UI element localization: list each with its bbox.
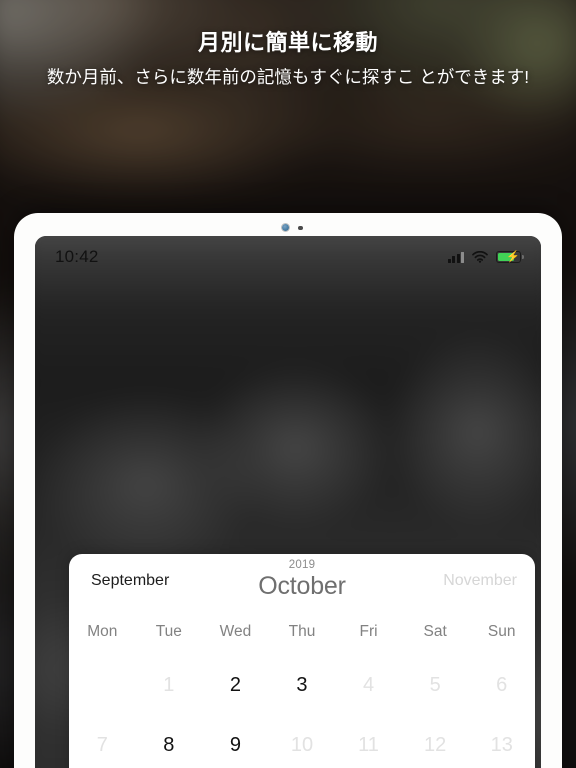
calendar-year-label: 2019 [288,559,316,571]
weekday-label-sun: Sun [487,623,516,640]
calendar-day-cell[interactable]: 4 [335,675,402,695]
weekday-header-row: Mon Tue Wed Thu Fri Sat Sun [69,609,535,655]
cellular-bars-icon [448,251,464,263]
calendar-week-row: 7 8 9 10 11 12 13 [69,715,535,768]
weekday-label-mon: Mon [87,623,118,640]
page-subtitle: 数か月前、さらに数年前の記憶もすぐに探すこ とができます! [46,67,530,88]
calendar-day-cell[interactable]: 2 [202,675,269,695]
calendar-day-cell[interactable]: 13 [468,735,535,755]
calendar-day-cell[interactable]: 6 [468,675,535,695]
weekday-label-wed: Wed [219,623,252,640]
page-title: 月別に簡単に移動 [197,30,378,55]
ambient-sensor-icon [298,225,303,230]
weekday-label-fri: Fri [359,623,378,640]
battery-charging-icon: ⚡ [496,251,524,263]
calendar-day-cell[interactable]: 7 [69,735,136,755]
calendar-day-cell[interactable]: 12 [402,735,469,755]
weekday-label-thu: Thu [288,623,316,640]
device-screen: 10:42 ⚡ September 2019 October November … [35,236,541,768]
calendar-day-cell[interactable]: 1 [136,675,203,695]
calendar-day-cell[interactable]: 5 [402,675,469,695]
weekday-label-tue: Tue [155,623,182,640]
calendar-day-cell[interactable]: 8 [136,735,203,755]
promo-heading-block: 月別に簡単に移動 数か月前、さらに数年前の記憶もすぐに探すこ とができます! [0,0,576,190]
calendar-day-cell[interactable]: 10 [269,735,336,755]
calendar-header: September 2019 October November [69,554,535,609]
calendar-day-cell[interactable]: 11 [335,735,402,755]
tablet-device-frame: 10:42 ⚡ September 2019 October November … [14,213,562,768]
calendar-day-cell[interactable]: 9 [202,735,269,755]
weekday-label-sat: Sat [423,623,447,640]
calendar-week-row: 1 2 3 4 5 6 [69,655,535,715]
status-bar: 10:42 ⚡ [35,236,541,278]
calendar-panel: September 2019 October November Mon Tue … [69,554,535,768]
device-top-sensors [14,221,562,235]
next-month-button[interactable]: November [443,572,517,590]
calendar-day-cell[interactable]: 3 [269,675,336,695]
front-camera-icon [282,224,289,231]
status-bar-icons: ⚡ [448,251,524,263]
wifi-icon [472,251,488,263]
status-bar-clock: 10:42 [55,247,99,266]
